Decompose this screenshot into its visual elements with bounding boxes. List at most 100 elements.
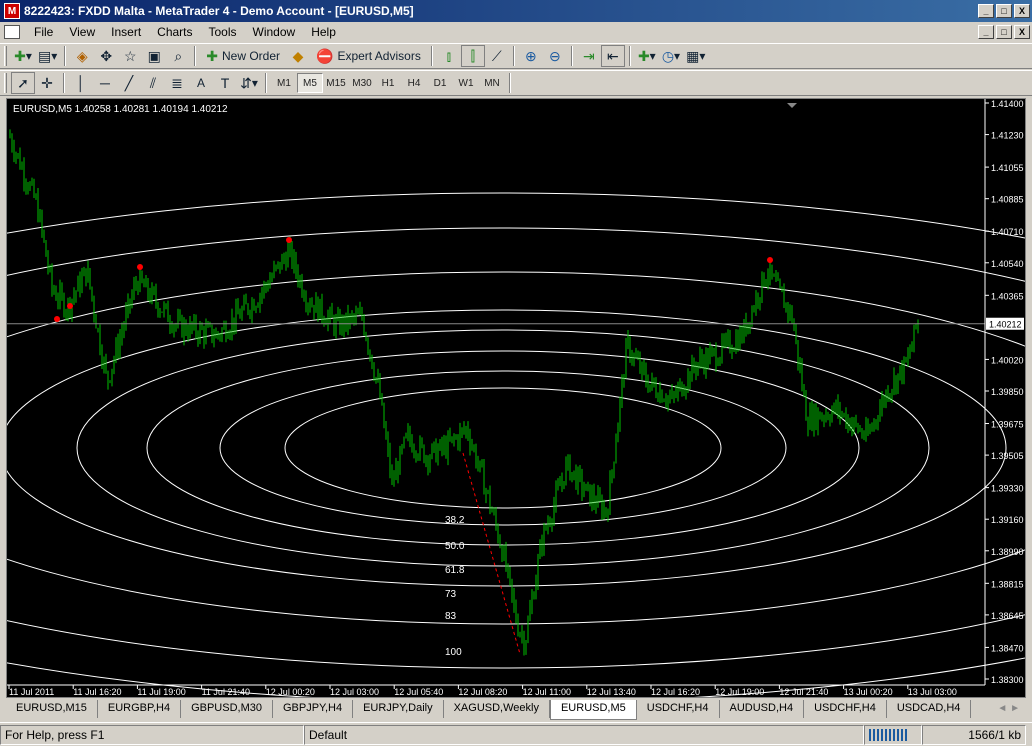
fractal-dot (137, 264, 143, 270)
price-tick-label: 1.41230 (991, 131, 1024, 141)
time-tick-label: 12 Jul 05:40 (394, 687, 443, 697)
tab-scroll-arrows[interactable]: ◄ ► (991, 700, 1026, 717)
toolbar-grip[interactable] (4, 46, 7, 66)
trendline-icon[interactable]: ╱ (117, 72, 141, 94)
indicators-icon[interactable]: ✚ ▾ (635, 45, 659, 67)
timeframe-m5[interactable]: M5 (297, 73, 323, 93)
menu-insert[interactable]: Insert (103, 22, 149, 42)
time-tick-label: 11 Jul 19:00 (137, 687, 185, 697)
tab-gbpusd-m30[interactable]: GBPUSD,M30 (181, 700, 273, 718)
new-chart-icon[interactable]: ✚ ▾ (11, 45, 35, 67)
status-traffic: 1566/1 kb (922, 724, 1026, 745)
terminal-icon[interactable]: ▣ (142, 45, 166, 67)
time-tick-label: 12 Jul 16:20 (651, 687, 700, 697)
zoom-out-icon[interactable]: ⊖ (543, 45, 567, 67)
menu-help[interactable]: Help (303, 22, 344, 42)
profiles-icon[interactable]: ▤ ▾ (35, 45, 60, 67)
expert-advisors-icon: ⛔ (316, 47, 334, 64)
cursor-icon[interactable]: ➚ (11, 72, 35, 94)
price-tick-label: 1.40540 (991, 259, 1024, 269)
horizontal-line-icon[interactable]: ─ (93, 72, 117, 94)
menu-window[interactable]: Window (245, 22, 304, 42)
line-chart-icon[interactable]: ⟋ (485, 45, 509, 67)
tab-usdchf-h4-2[interactable]: USDCHF,H4 (804, 700, 887, 718)
zoom-in-icon[interactable]: ⊕ (519, 45, 543, 67)
chart-window[interactable]: 38.2 50.0 61.8 73 83 100 1.41400 1.41230 1.4105… (6, 98, 1026, 698)
fib-ellipse[interactable] (219, 370, 787, 526)
timeframe-mn[interactable]: MN (479, 73, 505, 93)
mdi-restore-button[interactable]: □ (996, 25, 1012, 39)
new-order-icon: ✚ (206, 47, 218, 64)
tab-gbpjpy-h4[interactable]: GBPJPY,H4 (273, 700, 354, 718)
timeframe-h1[interactable]: H1 (375, 73, 401, 93)
menu-charts[interactable]: Charts (149, 22, 200, 42)
price-chart[interactable]: 38.2 50.0 61.8 73 83 100 1.41400 1.41230 1.4105… (7, 99, 1025, 697)
document-icon[interactable] (4, 25, 20, 39)
templates-icon[interactable]: ▦ ▾ (683, 45, 708, 67)
chart-shift-marker[interactable] (787, 103, 797, 108)
new-order-button[interactable]: ✚ New Order (200, 45, 286, 67)
menu-tools[interactable]: Tools (201, 22, 245, 42)
tab-usdchf-h4[interactable]: USDCHF,H4 (637, 700, 720, 718)
strategy-tester-icon[interactable]: ⌕ (166, 45, 190, 67)
status-bar: For Help, press F1 Default 1566/1 kb (0, 722, 1032, 746)
close-button[interactable]: X (1014, 4, 1030, 18)
status-profile: Default (304, 724, 864, 745)
candlestick-icon[interactable]: ⫿ (460, 45, 485, 67)
equidistant-channel-icon[interactable]: ⫽ (141, 72, 165, 94)
price-tick-label: 1.39505 (991, 451, 1024, 461)
time-tick-label: 12 Jul 13:40 (587, 687, 636, 697)
vertical-line-icon[interactable]: │ (69, 72, 93, 94)
menu-file[interactable]: File (26, 22, 61, 42)
menu-view[interactable]: View (61, 22, 103, 42)
mdi-close-button[interactable]: X (1014, 25, 1030, 39)
market-watch-icon[interactable]: ◈ (70, 45, 94, 67)
price-tick-label: 1.40885 (991, 195, 1024, 205)
timeframe-h4[interactable]: H4 (401, 73, 427, 93)
auto-scroll-icon[interactable]: ⇥ (577, 45, 601, 67)
time-tick-label: 12 Jul 19:00 (715, 687, 764, 697)
expert-advisors-button[interactable]: ⛔ Expert Advisors (310, 45, 427, 67)
time-tick-label: 11 Jul 21:40 (202, 687, 250, 697)
timeframe-d1[interactable]: D1 (427, 73, 453, 93)
timeframe-m15[interactable]: M15 (323, 73, 349, 93)
fib-ellipse[interactable] (76, 329, 930, 567)
price-tick-label: 1.38645 (991, 611, 1024, 621)
bar-chart-icon[interactable]: ⫾ (437, 45, 461, 67)
fib-ellipse[interactable] (146, 350, 860, 546)
fib-level-label: 83 (445, 611, 457, 622)
tab-eurgbp-h4[interactable]: EURGBP,H4 (98, 700, 182, 718)
crosshair-icon[interactable]: ✛ (35, 72, 59, 94)
tab-usdcad-h4[interactable]: USDCAD,H4 (887, 700, 972, 718)
tab-xagusd-weekly[interactable]: XAGUSD,Weekly (444, 700, 550, 718)
tab-eurjpy-daily[interactable]: EURJPY,Daily (353, 700, 444, 718)
text-label-icon[interactable]: T (213, 72, 237, 94)
fib-ellipse[interactable] (7, 271, 1025, 625)
maximize-button[interactable]: □ (996, 4, 1012, 18)
text-tool[interactable]: A (189, 72, 213, 94)
fib-ellipse[interactable] (284, 387, 722, 509)
timeframe-m1[interactable]: M1 (271, 73, 297, 93)
chart-shift-icon[interactable]: ⇤ (600, 45, 625, 67)
mdi-minimize-button[interactable]: _ (978, 25, 994, 39)
tab-audusd-h4[interactable]: AUDUSD,H4 (720, 700, 805, 718)
tab-eurusd-m15[interactable]: EURUSD,M15 (6, 700, 98, 718)
data-window-icon[interactable]: ✥ (94, 45, 118, 67)
tab-eurusd-m5[interactable]: EURUSD,M5 (549, 700, 637, 720)
current-price-label: 1.40212 (989, 320, 1022, 330)
navigator-icon[interactable]: ☆ (118, 45, 142, 67)
periods-icon[interactable]: ◷ ▾ (659, 45, 683, 67)
arrows-icon[interactable]: ⇵ ▾ (237, 72, 261, 94)
time-tick-label: 12 Jul 00:20 (266, 687, 315, 697)
timeframe-w1[interactable]: W1 (453, 73, 479, 93)
toolbar-grip[interactable] (4, 73, 7, 93)
timeframe-m30[interactable]: M30 (349, 73, 375, 93)
minimize-button[interactable]: _ (978, 4, 994, 18)
fib-level-label: 38.2 (445, 515, 465, 526)
time-tick-label: 13 Jul 00:20 (844, 687, 893, 697)
fib-level-label: 73 (445, 589, 457, 600)
fibonacci-icon[interactable]: ≣ (165, 72, 189, 94)
metaeditor-icon[interactable]: ◆ (286, 45, 310, 67)
price-tick-label: 1.41400 (991, 99, 1024, 109)
time-tick-label: 13 Jul 03:00 (908, 687, 957, 697)
